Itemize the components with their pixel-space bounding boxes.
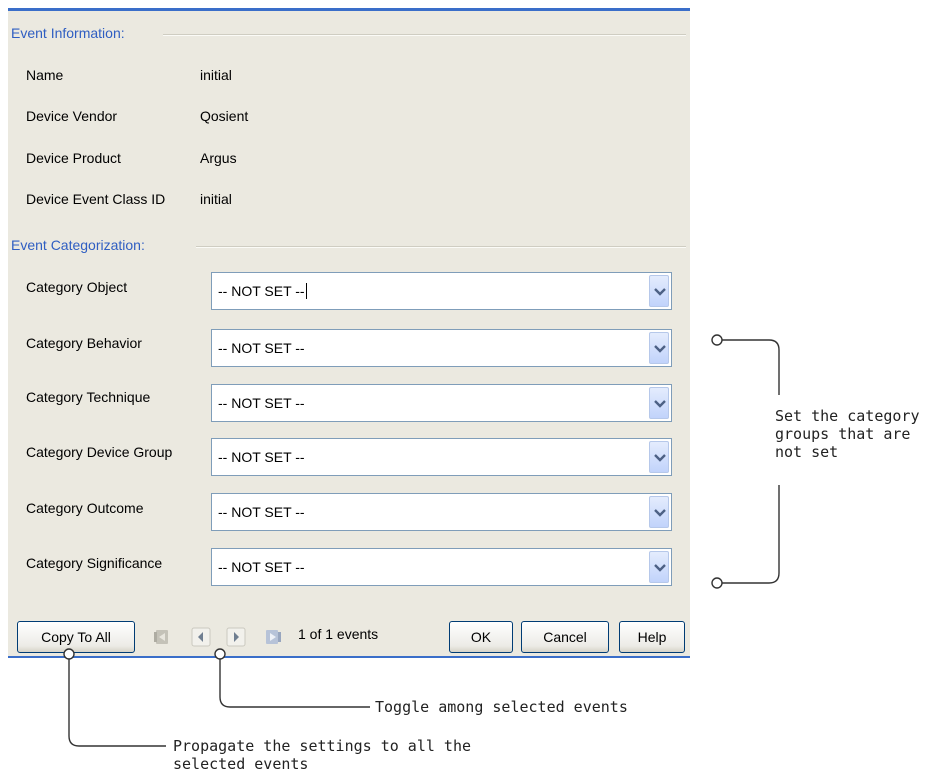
annotation-line: Propagate the settings to all the [173,737,472,755]
callout-line [722,485,780,584]
annotation-connectors [63,334,780,747]
callout-line [219,659,370,708]
callout-circle [711,334,723,346]
propagate-annotation: Propagate the settings to all the select… [173,737,471,773]
annotation-line: selected events [173,755,309,773]
callout-line [722,339,780,395]
callout-line [68,659,166,747]
callout-circle [214,648,226,660]
toggle-annotation: Toggle among selected events [375,698,628,716]
annotation-line: groups that are [775,425,911,443]
set-categories-annotation: Set the category groups that are not set [775,407,920,461]
callout-circle [711,577,723,589]
callout-circle [63,648,75,660]
annotation-line: not set [775,443,839,461]
annotation-line: Set the category [775,407,920,425]
